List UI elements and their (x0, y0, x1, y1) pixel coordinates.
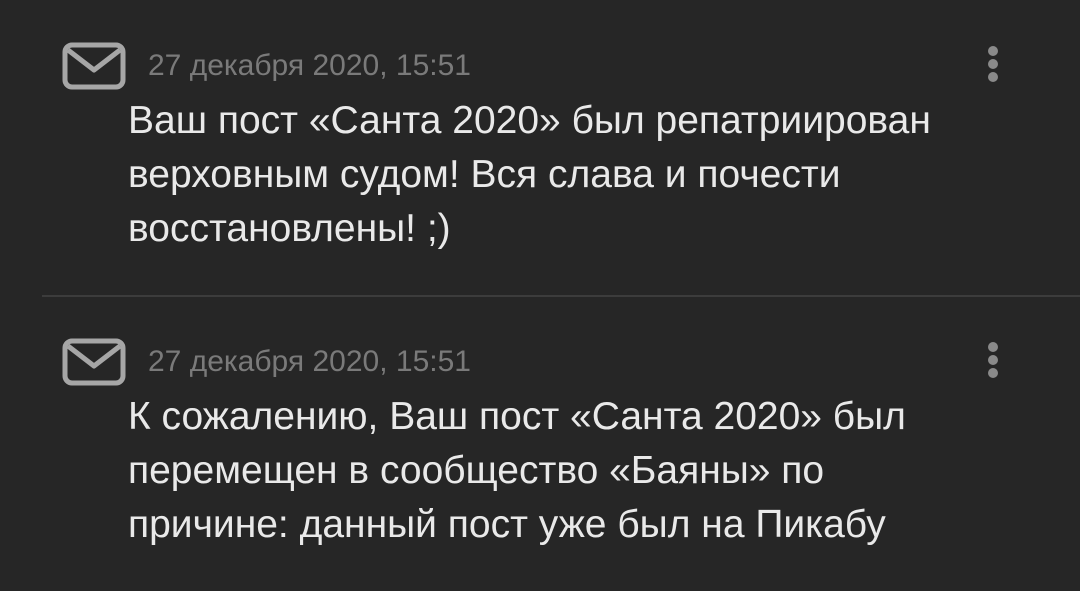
more-options-icon[interactable] (978, 338, 1008, 382)
notification-message: Ваш пост «Санта 2020» был репатриирован … (128, 94, 1028, 256)
notifications-page: 27 декабря 2020, 15:51 Ваш пост «Санта 2… (0, 0, 1080, 591)
message-line: К сожалению, Ваш пост «Санта 2020» был (128, 395, 906, 438)
notification-item[interactable]: 27 декабря 2020, 15:51 Ваш пост «Санта 2… (0, 0, 1080, 296)
notification-timestamp: 27 декабря 2020, 15:51 (148, 345, 471, 378)
envelope-icon (62, 338, 126, 386)
message-line: восстановлены! ;) (128, 207, 451, 250)
more-options-icon[interactable] (978, 42, 1008, 86)
notification-item[interactable]: 27 декабря 2020, 15:51 К сожалению, Ваш … (0, 296, 1080, 591)
message-line: верховным судом! Вся слава и почести (128, 153, 841, 196)
notification-timestamp: 27 декабря 2020, 15:51 (148, 49, 471, 82)
message-line: перемещен в сообщество «Баяны» по (128, 449, 825, 492)
notification-message: К сожалению, Ваш пост «Санта 2020» был п… (128, 390, 1028, 552)
message-line: Ваш пост «Санта 2020» был репатриирован (128, 99, 931, 142)
envelope-icon (62, 42, 126, 90)
message-line: причине: данный пост уже был на Пикабу (128, 503, 886, 546)
